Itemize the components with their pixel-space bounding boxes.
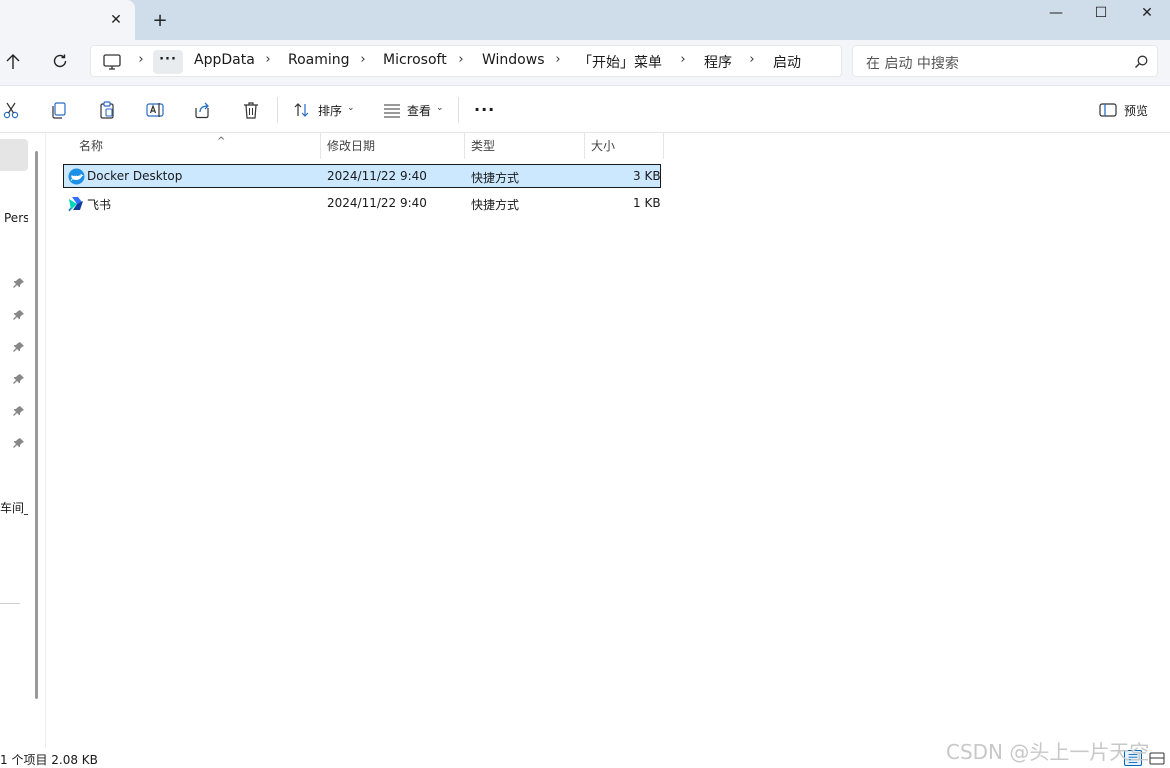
chevron-right-icon[interactable]: › [552,52,564,67]
sort-ascending-icon: ^ [217,136,226,147]
file-size: 1 KB [633,196,661,210]
more-options-button[interactable]: ··· [474,100,495,119]
copy-icon[interactable] [49,100,69,120]
share-icon[interactable] [193,100,213,120]
crumb-appdata[interactable]: AppData [194,52,255,68]
close-window-button[interactable]: ✕ [1124,0,1170,28]
crumb-microsoft[interactable]: Microsoft [383,52,447,68]
pin-icon[interactable] [13,341,25,353]
tiles-view-icon[interactable] [1148,750,1166,766]
refresh-icon[interactable] [49,50,71,72]
sort-icon[interactable] [292,100,312,120]
sidebar-item-personal[interactable]: Pers [4,211,28,225]
column-header-name[interactable]: 名称 ^ [73,133,321,159]
sidebar-scrollbar[interactable] [35,151,38,699]
pin-icon[interactable] [13,373,25,385]
pin-icon[interactable] [13,309,25,321]
file-name: Docker Desktop [87,169,183,183]
chevron-right-icon: › [138,52,144,67]
chevron-right-icon[interactable]: › [677,52,689,67]
computer-icon[interactable] [102,53,122,71]
toolbar-divider [277,97,278,123]
file-type: 快捷方式 [471,198,520,212]
delete-icon[interactable] [241,100,261,120]
chevron-down-icon[interactable]: ⌄ [436,103,444,113]
file-name: 飞书 [87,198,112,212]
chevron-down-icon[interactable]: ⌄ [347,103,355,113]
column-type-label: 类型 [471,139,496,153]
sidebar-item-folder[interactable]: 车间_s [0,499,28,516]
maximize-button[interactable]: ☐ [1078,0,1124,28]
chevron-right-icon[interactable]: › [357,52,369,67]
sidebar-divider [0,603,20,604]
tab-close-icon[interactable]: ✕ [107,11,125,29]
address-row: › ··· AppData › Roaming › Microsoft › Wi… [0,40,1170,86]
pin-icon[interactable] [13,405,25,417]
chevron-right-icon[interactable]: › [455,52,467,67]
item-count-status: 1 个项目 2.08 KB [0,753,98,767]
crumb-roaming[interactable]: Roaming [288,52,350,68]
search-icon[interactable] [1133,54,1149,70]
watermark-text: CSDN @头上一片天空 [946,740,1150,764]
sort-button[interactable]: 排序 [318,102,342,119]
new-tab-button[interactable]: + [150,11,170,31]
file-size: 3 KB [633,169,661,183]
preview-pane-icon[interactable] [1099,102,1117,118]
pin-icon[interactable] [13,277,25,289]
column-header-size[interactable]: 大小 [585,133,664,159]
column-header-modified[interactable]: 修改日期 [321,133,465,159]
view-button[interactable]: 查看 [407,102,431,119]
up-arrow-icon[interactable] [2,51,24,73]
feishu-icon [68,197,83,212]
search-placeholder: 在 启动 中搜索 [866,56,959,72]
chevron-right-icon[interactable]: › [746,52,758,67]
chevron-right-icon[interactable]: › [262,52,274,67]
file-list: 名称 ^ 修改日期 类型 大小 Docker Desktop 2024/11/2… [47,133,1170,748]
view-icon[interactable] [382,100,402,120]
crumb-startup[interactable]: 启动 [773,52,801,72]
crumb-windows[interactable]: Windows [482,52,545,68]
breadcrumb-more-button[interactable]: ··· [153,50,183,74]
table-row[interactable]: Docker Desktop 2024/11/22 9:40 快捷方式 3 KB [63,164,661,188]
title-bar: ✕ + — ☐ ✕ [0,0,1170,40]
minimize-button[interactable]: — [1033,0,1079,28]
paste-icon[interactable] [97,100,117,120]
crumb-start-menu[interactable]: 「开始」菜单 [578,52,662,72]
docker-icon [68,168,85,185]
explorer-tab[interactable]: ✕ [0,0,135,40]
rename-icon[interactable] [145,100,165,120]
cut-icon[interactable] [1,100,21,120]
column-modified-label: 修改日期 [327,139,376,153]
command-bar: 排序 ⌄ 查看 ⌄ ··· 预览 [0,87,1170,133]
search-input[interactable]: 在 启动 中搜索 [852,45,1158,77]
pin-icon[interactable] [13,437,25,449]
column-header-type[interactable]: 类型 [465,133,585,159]
file-modified: 2024/11/22 9:40 [327,196,427,210]
breadcrumb[interactable]: › ··· AppData › Roaming › Microsoft › Wi… [90,45,842,77]
column-size-label: 大小 [591,139,616,153]
toolbar-divider [458,97,459,123]
crumb-programs[interactable]: 程序 [704,52,732,72]
file-modified: 2024/11/22 9:40 [327,169,427,183]
table-row[interactable]: 飞书 2024/11/22 9:40 快捷方式 1 KB [63,192,661,216]
preview-button[interactable]: 预览 [1124,102,1148,119]
navigation-pane: Pers 车间_s [0,133,46,748]
sidebar-item-home[interactable] [0,139,28,171]
file-type: 快捷方式 [471,171,520,185]
column-name-label: 名称 [79,139,104,153]
